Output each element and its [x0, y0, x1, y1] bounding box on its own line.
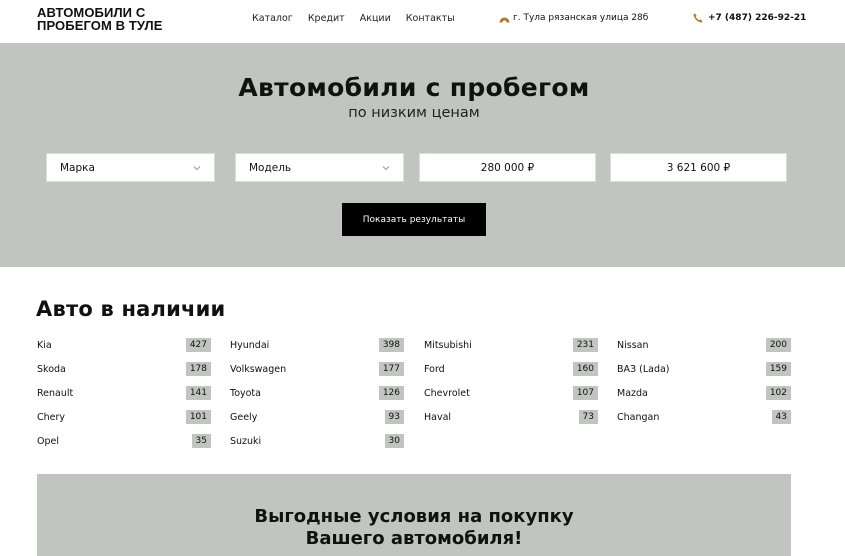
nav-link-catalog[interactable]: Каталог: [252, 13, 293, 24]
brand-count-badge: 35: [191, 434, 211, 448]
brand-count-badge: 200: [765, 338, 791, 352]
brand-count-badge: 93: [384, 410, 404, 424]
brand-name: Volkswagen: [230, 363, 287, 375]
brand-name: Opel: [37, 435, 59, 447]
brand-count-badge: 101: [185, 410, 211, 424]
brand-name: Hyundai: [230, 339, 270, 351]
brand-link[interactable]: Suzuki 30: [230, 434, 404, 448]
show-results-button[interactable]: Показать результаты: [342, 203, 486, 236]
brand-link[interactable]: Hyundai 398: [230, 338, 404, 352]
brand-link[interactable]: Chery 101: [37, 410, 211, 424]
location-icon: [499, 14, 510, 23]
brand-link[interactable]: Renault 141: [37, 386, 211, 400]
phone-icon: [693, 13, 703, 23]
brand-count-badge: 43: [771, 410, 791, 424]
address-text: г. Тула рязанская улица 28б: [513, 13, 649, 23]
price-to-value: 3 621 600 ₽: [666, 161, 731, 174]
promo-title: Выгодные условия на покупку Вашего автом…: [37, 506, 791, 550]
price-from-input[interactable]: 280 000 ₽: [419, 153, 596, 182]
brand-count-badge: 427: [185, 338, 211, 352]
brand-count-badge: 160: [572, 362, 598, 376]
brand-count-badge: 141: [185, 386, 211, 400]
hero-search: Автомобили с пробегом по низким ценам Ма…: [0, 43, 845, 267]
brand-link[interactable]: Ford 160: [424, 362, 598, 376]
brand-name: Mitsubishi: [424, 339, 472, 351]
brand-link[interactable]: Skoda 178: [37, 362, 211, 376]
brand-count-badge: 178: [185, 362, 211, 376]
brand-name: Nissan: [617, 339, 649, 351]
brand-name: Haval: [424, 411, 452, 423]
chevron-down-icon: [193, 163, 201, 175]
brand-name: ВАЗ (Lada): [617, 363, 670, 375]
site-logo[interactable]: АВТОМОБИЛИ С ПРОБЕГОМ В ТУЛЕ: [37, 6, 163, 32]
brand-name: Renault: [37, 387, 74, 399]
brand-link[interactable]: Chevrolet 107: [424, 386, 598, 400]
model-select[interactable]: Модель: [235, 153, 404, 182]
brand-link[interactable]: Volkswagen 177: [230, 362, 404, 376]
site-header: АВТОМОБИЛИ С ПРОБЕГОМ В ТУЛЕ Каталог Кре…: [0, 0, 845, 43]
brand-count-badge: 126: [378, 386, 404, 400]
phone[interactable]: +7 (487) 226-92-21: [693, 13, 806, 23]
brand-count-badge: 398: [378, 338, 404, 352]
brand-link[interactable]: Kia 427: [37, 338, 211, 352]
brand-name: Skoda: [37, 363, 66, 375]
brand-link[interactable]: Nissan 200: [617, 338, 791, 352]
nav-link-contacts[interactable]: Контакты: [406, 13, 455, 24]
model-select-value: Модель: [249, 161, 292, 174]
promo-title-line-1: Выгодные условия на покупку: [254, 506, 574, 527]
brand-count-badge: 159: [765, 362, 791, 376]
hero-title: Автомобили с пробегом: [238, 73, 590, 102]
in-stock-title: Авто в наличии: [36, 297, 226, 321]
main-nav: Каталог Кредит Акции Контакты: [252, 13, 455, 24]
brand-link[interactable]: Geely 93: [230, 410, 404, 424]
brand-count-badge: 102: [765, 386, 791, 400]
brand-name: Changan: [617, 411, 660, 423]
brand-name: Kia: [37, 339, 52, 351]
brand-count-badge: 73: [578, 410, 598, 424]
brand-link[interactable]: Haval 73: [424, 410, 598, 424]
brand-name: Toyota: [230, 387, 261, 399]
brand-count-badge: 30: [384, 434, 404, 448]
brand-name: Chery: [37, 411, 66, 423]
chevron-down-icon: [382, 163, 390, 175]
brand-link[interactable]: Toyota 126: [230, 386, 404, 400]
brand-link[interactable]: Changan 43: [617, 410, 791, 424]
promo-banner: Выгодные условия на покупку Вашего автом…: [37, 474, 791, 556]
brand-select-value: Марка: [60, 161, 95, 174]
brand-name: Mazda: [617, 387, 648, 399]
brand-link[interactable]: Mitsubishi 231: [424, 338, 598, 352]
nav-link-promotions[interactable]: Акции: [360, 13, 391, 24]
price-to-input[interactable]: 3 621 600 ₽: [610, 153, 787, 182]
price-from-value: 280 000 ₽: [480, 161, 535, 174]
brand-link[interactable]: Mazda 102: [617, 386, 791, 400]
promo-title-line-2: Вашего автомобиля!: [305, 528, 523, 549]
brand-link[interactable]: ВАЗ (Lada) 159: [617, 362, 791, 376]
logo-line-2: ПРОБЕГОМ В ТУЛЕ: [37, 18, 163, 33]
brand-name: Geely: [230, 411, 258, 423]
brand-name: Ford: [424, 363, 445, 375]
address[interactable]: г. Тула рязанская улица 28б: [499, 13, 648, 23]
phone-number: +7 (487) 226-92-21: [708, 13, 807, 23]
brand-name: Suzuki: [230, 435, 262, 447]
brand-count-badge: 231: [572, 338, 598, 352]
brand-select[interactable]: Марка: [46, 153, 215, 182]
nav-link-credit[interactable]: Кредит: [308, 13, 345, 24]
brand-count-badge: 107: [572, 386, 598, 400]
hero-subtitle: по низким ценам: [348, 105, 480, 121]
brand-count-badge: 177: [378, 362, 404, 376]
brand-name: Chevrolet: [424, 387, 470, 399]
brand-link[interactable]: Opel 35: [37, 434, 211, 448]
